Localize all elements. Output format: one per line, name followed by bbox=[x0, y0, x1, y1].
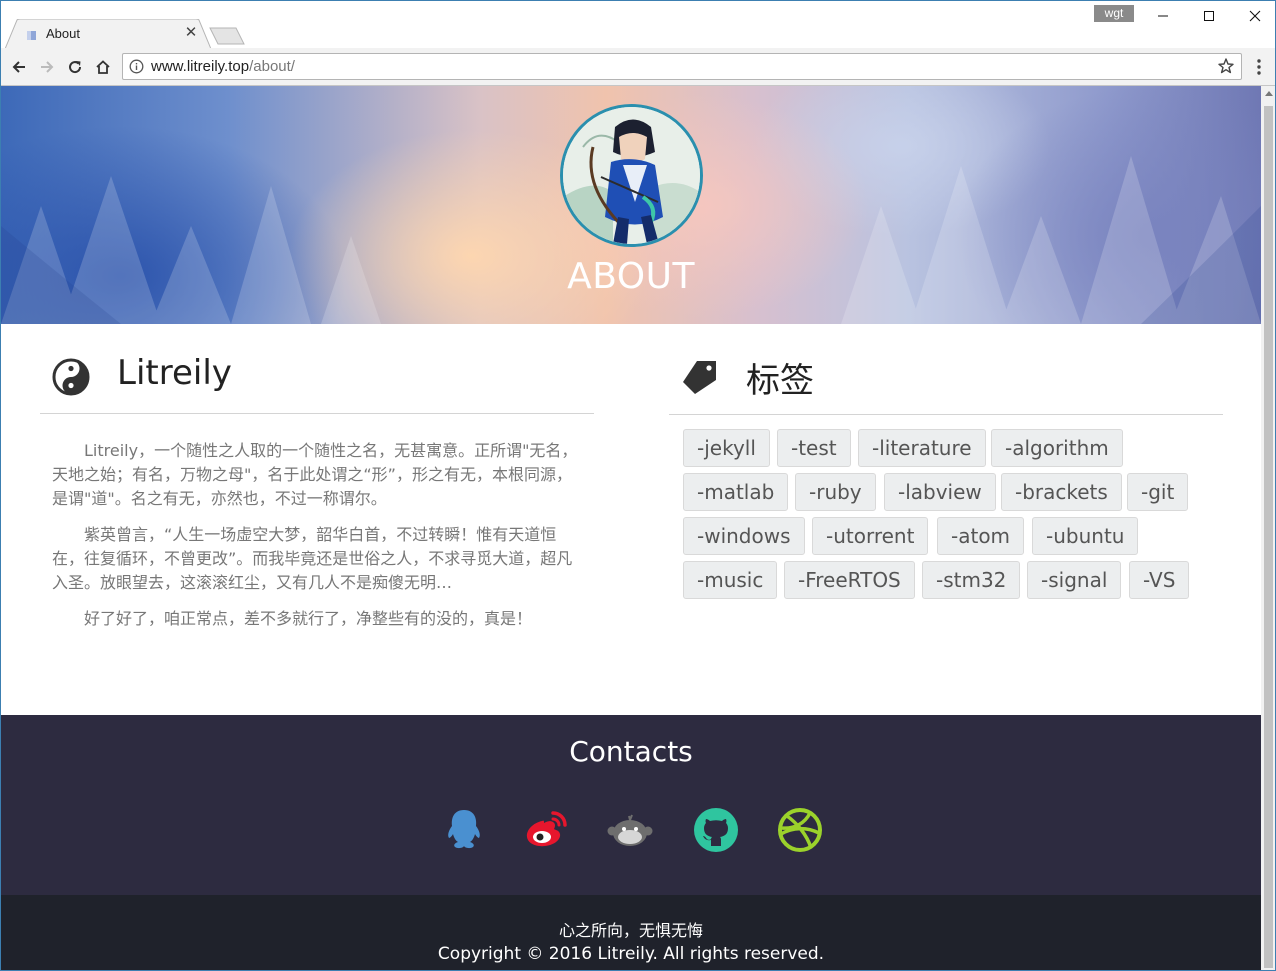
tag-brackets[interactable]: -brackets bbox=[1001, 473, 1122, 511]
profile-badge[interactable]: wgt bbox=[1094, 5, 1134, 22]
forward-button[interactable] bbox=[36, 56, 58, 78]
tag-ruby[interactable]: -ruby bbox=[795, 473, 876, 511]
avatar-character-image bbox=[563, 107, 700, 244]
hero-banner: ABOUT bbox=[1, 86, 1261, 324]
tag-music[interactable]: -music bbox=[683, 561, 778, 599]
weibo-icon[interactable] bbox=[523, 807, 569, 853]
page-scrollbar[interactable] bbox=[1261, 86, 1275, 970]
info-icon[interactable] bbox=[129, 59, 144, 74]
maximize-icon bbox=[1204, 11, 1214, 21]
tag-ubuntu[interactable]: -ubuntu bbox=[1032, 517, 1139, 555]
about-paragraph: 好了好了，咱正常点，差不多就行了，净整些有的没的，真是！ bbox=[84, 609, 533, 628]
browser-window: About ✕ wgt www.litreily.top/about/ ABOU… bbox=[0, 0, 1276, 971]
new-tab-button[interactable] bbox=[209, 27, 245, 45]
about-paragraph: 紫英曾言，“人生一场虚空大梦，韶华白首，不过转瞬！惟有天道恒在，往复循环，不曾更… bbox=[52, 525, 573, 592]
contacts-title: Contacts bbox=[569, 735, 693, 768]
minimize-icon bbox=[1158, 15, 1168, 17]
tab-close-icon[interactable]: ✕ bbox=[183, 24, 199, 40]
browser-menu-icon[interactable] bbox=[1251, 57, 1267, 77]
reload-button[interactable] bbox=[64, 56, 86, 78]
github-icon[interactable] bbox=[693, 807, 739, 853]
tag-literature[interactable]: -literature bbox=[858, 429, 986, 467]
close-window-button[interactable] bbox=[1232, 1, 1275, 31]
back-arrow-icon bbox=[12, 61, 25, 73]
avatar bbox=[560, 104, 703, 247]
address-bar[interactable]: www.litreily.top/about/ bbox=[122, 53, 1242, 80]
contacts-section: Contacts bbox=[1, 715, 1261, 895]
about-text: Litreily，一个随性之人取的一个随性之名，无甚寓意。正所谓"无名，天地之始… bbox=[52, 439, 587, 643]
footer-motto: 心之所向，无惧无悔 bbox=[558, 921, 703, 940]
bookmark-star-icon[interactable] bbox=[1217, 57, 1235, 75]
tags-header: 标签 bbox=[669, 346, 1223, 406]
qq-icon[interactable] bbox=[441, 807, 487, 853]
scrollbar-thumb[interactable] bbox=[1264, 106, 1273, 968]
monkey-icon[interactable] bbox=[607, 807, 653, 853]
minimize-button[interactable] bbox=[1140, 1, 1186, 31]
scroll-up-arrow-icon[interactable] bbox=[1265, 91, 1273, 96]
browser-toolbar: www.litreily.top/about/ bbox=[1, 48, 1275, 86]
tag-atom[interactable]: -atom bbox=[937, 517, 1025, 555]
page-favicon-icon bbox=[27, 31, 36, 40]
profile-header: Litreily bbox=[40, 346, 594, 406]
url-host: www.litreily.top bbox=[151, 58, 250, 75]
profile-divider bbox=[40, 413, 594, 414]
dribbble-icon[interactable] bbox=[777, 807, 823, 853]
tags-divider bbox=[669, 414, 1223, 415]
page-footer: 心之所向，无惧无悔 Copyright © 2016 Litreily. All… bbox=[1, 895, 1261, 970]
footer-copyright: Copyright © 2016 Litreily. All rights re… bbox=[437, 944, 825, 964]
hero-title: ABOUT bbox=[567, 256, 695, 297]
tab-title: About bbox=[46, 26, 80, 41]
yin-yang-icon bbox=[52, 358, 90, 396]
tag-matlab[interactable]: -matlab bbox=[683, 473, 789, 511]
tag-freertos[interactable]: -FreeRTOS bbox=[784, 561, 915, 599]
tag-signal[interactable]: -signal bbox=[1027, 561, 1122, 599]
tags-title: 标签 bbox=[746, 361, 814, 401]
home-button[interactable] bbox=[92, 56, 114, 78]
tag-windows[interactable]: -windows bbox=[683, 517, 805, 555]
title-bar: About ✕ wgt bbox=[1, 1, 1275, 49]
tag-jekyll[interactable]: -jekyll bbox=[683, 429, 770, 467]
tag-utorrent[interactable]: -utorrent bbox=[812, 517, 929, 555]
home-icon bbox=[96, 60, 110, 74]
reload-icon bbox=[69, 61, 82, 74]
page-viewport: ABOUT Litreily Litreily，一个随性之人取的一个随性之名，无… bbox=[1, 86, 1261, 970]
url-path: /about/ bbox=[249, 58, 295, 75]
tag-stm32[interactable]: -stm32 bbox=[922, 561, 1021, 599]
tag-test[interactable]: -test bbox=[777, 429, 851, 467]
tag-labview[interactable]: -labview bbox=[884, 473, 996, 511]
back-button[interactable] bbox=[8, 56, 30, 78]
tag-vs[interactable]: -VS bbox=[1129, 561, 1190, 599]
maximize-button[interactable] bbox=[1186, 1, 1232, 31]
close-icon bbox=[1249, 10, 1261, 22]
tag-git[interactable]: -git bbox=[1127, 473, 1189, 511]
profile-name: Litreily bbox=[117, 353, 232, 393]
tag-icon bbox=[683, 361, 716, 394]
tag-algorithm[interactable]: -algorithm bbox=[991, 429, 1123, 467]
forward-arrow-icon bbox=[41, 61, 54, 73]
about-paragraph: Litreily，一个随性之人取的一个随性之名，无甚寓意。正所谓"无名，天地之始… bbox=[52, 441, 578, 508]
url-text[interactable]: www.litreily.top/about/ bbox=[151, 58, 295, 75]
